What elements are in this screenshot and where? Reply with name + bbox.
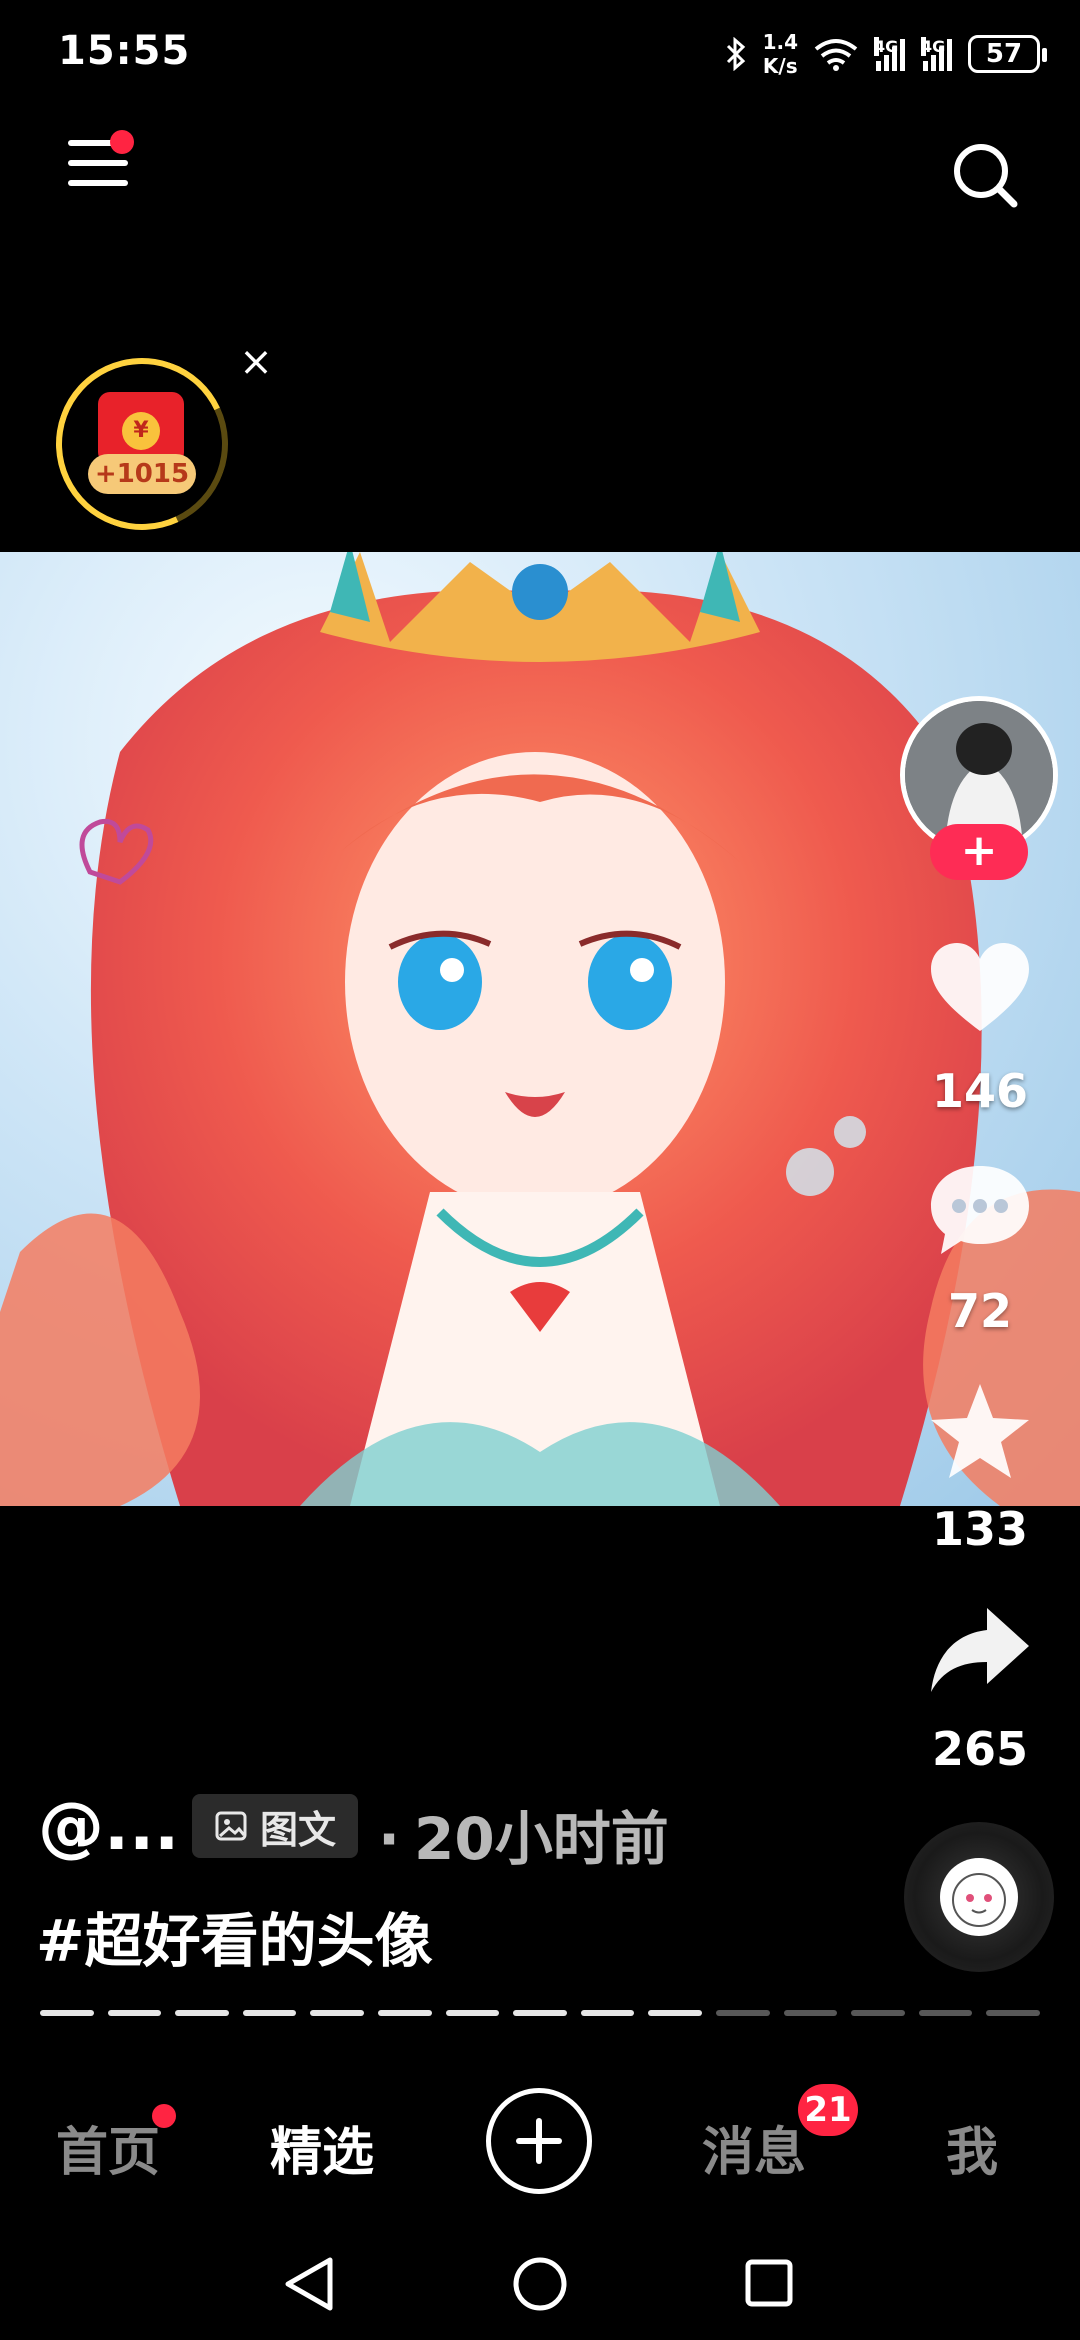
signal-1-icon: 4G [874, 37, 905, 71]
page-indicator-segment [175, 2010, 229, 2016]
coin-icon: ¥ [122, 412, 160, 450]
music-disc[interactable] [904, 1822, 1054, 1972]
heart-icon[interactable] [925, 935, 1035, 1045]
page-indicator-segment [445, 2010, 500, 2016]
status-time: 15:55 [58, 28, 191, 74]
add-icon [516, 2118, 562, 2164]
net-speed: 1.4 K/s [762, 30, 798, 78]
page-indicator-segment [377, 2010, 432, 2016]
messages-badge: 21 [798, 2084, 858, 2136]
author-name[interactable]: @... [38, 1788, 179, 1865]
post-time: · 20小时前 [378, 1805, 669, 1873]
comment-icon[interactable] [925, 1156, 1035, 1266]
battery-icon: 57 [968, 35, 1047, 73]
page-indicator-segment [107, 2010, 162, 2016]
post-hashtag[interactable]: #超好看的头像 [36, 1894, 433, 1978]
wifi-icon [814, 39, 858, 71]
post-type-badge: 图文 [192, 1794, 358, 1858]
page-indicator-segment [580, 2010, 635, 2016]
page-indicator-segment [40, 2010, 94, 2016]
add-button[interactable] [486, 2088, 592, 2194]
tab-featured[interactable]: 精选 [270, 2110, 374, 2185]
star-icon[interactable] [925, 1378, 1035, 1488]
like-count: 146 [931, 1064, 1029, 1118]
music-cover-icon [940, 1858, 1018, 1936]
image-page-indicator [40, 2010, 1040, 2018]
image-text-icon [215, 1811, 247, 1841]
follow-button[interactable]: + [930, 824, 1028, 880]
bluetooth-icon [726, 37, 745, 71]
page-indicator-segment [986, 2010, 1040, 2016]
post-image[interactable] [0, 552, 1080, 1506]
page-indicator-segment [783, 2010, 838, 2016]
close-icon[interactable]: × [238, 342, 274, 382]
page-indicator-segment [648, 2010, 702, 2016]
page-indicator-segment [513, 2010, 567, 2016]
home-circle-icon[interactable] [513, 2257, 567, 2311]
page-indicator-segment [851, 2010, 905, 2016]
page-indicator-segment [310, 2010, 364, 2016]
page-indicator-segment [242, 2010, 297, 2016]
comment-count: 72 [947, 1284, 1012, 1338]
status-bar: 15:55 1.4 K/s 4G 4G 57 [0, 0, 1080, 110]
share-count: 265 [931, 1722, 1029, 1776]
status-icons: 1.4 K/s 4G 4G 57 [725, 30, 1047, 78]
search-icon[interactable] [950, 140, 1020, 210]
home-notification-dot [152, 2104, 176, 2128]
tab-me[interactable]: 我 [946, 2110, 998, 2185]
tab-messages[interactable]: 消息 [702, 2110, 806, 2185]
page-indicator-segment [715, 2010, 770, 2016]
menu-notification-dot [110, 130, 134, 154]
favorite-count: 133 [931, 1502, 1029, 1556]
back-icon[interactable] [285, 2257, 333, 2311]
signal-2-icon: 4G [921, 37, 952, 71]
page-indicator-segment [918, 2010, 973, 2016]
recents-icon[interactable] [745, 2259, 793, 2307]
system-nav-bar [285, 2257, 793, 2311]
red-packet-amount: +1015 [88, 454, 196, 494]
share-icon[interactable] [925, 1596, 1035, 1706]
anime-girl-illustration [0, 552, 1080, 1506]
tab-home[interactable]: 首页 [56, 2110, 160, 2185]
